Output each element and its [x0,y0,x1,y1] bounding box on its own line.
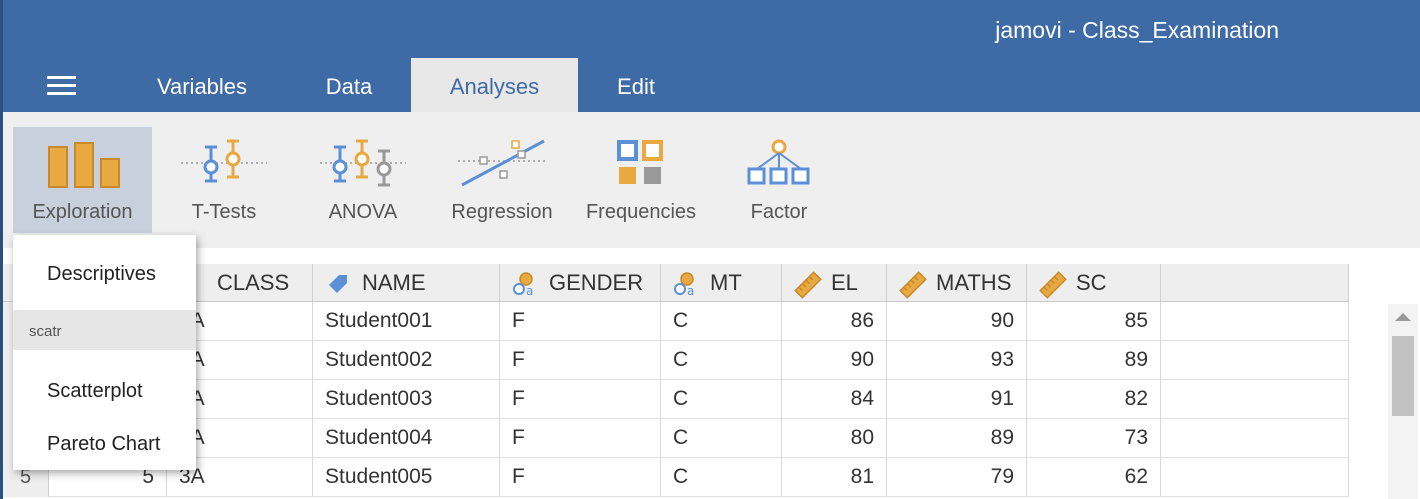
scrollbar-thumb[interactable] [1392,336,1414,416]
menu-item-pareto-chart[interactable]: Pareto Chart [13,424,196,464]
cell-name[interactable]: Student001 [313,302,500,341]
column-header-el[interactable]: EL [782,264,887,302]
column-header-maths[interactable]: MATHS [887,264,1027,302]
title-bar: jamovi - Class_Examination Variables Dat… [0,0,1420,112]
exploration-label: Exploration [32,201,133,223]
column-name: SC [1076,270,1107,295]
column-name: EL [831,270,858,295]
vertical-scrollbar[interactable] [1388,304,1418,499]
column-name: CLASS [217,270,290,295]
cell-mt[interactable]: C [661,458,782,497]
cell-name[interactable]: Student005 [313,458,500,497]
cell-gender[interactable]: F [500,419,661,458]
cell-el[interactable]: 90 [782,341,887,380]
menu-item-scatterplot[interactable]: Scatterplot [13,371,196,411]
continuous-icon [794,271,822,299]
cell-sc[interactable]: 73 [1027,419,1161,458]
cell-gender[interactable]: F [500,302,661,341]
anova-label: ANOVA [328,201,398,223]
cell-sc[interactable]: 62 [1027,458,1161,497]
anova-icon [320,139,406,187]
menu-item-descriptives[interactable]: Descriptives [13,254,196,294]
column-header-name[interactable]: NAME [313,264,500,302]
cell-gender[interactable]: F [500,458,661,497]
regression-button[interactable]: Regression [443,127,561,233]
cell-empty[interactable] [1161,380,1349,419]
cell-el[interactable]: 80 [782,419,887,458]
cell-name[interactable]: Student002 [313,341,500,380]
continuous-icon [899,271,927,299]
ttests-button[interactable]: T-Tests [163,127,285,233]
cell-maths[interactable]: 91 [887,380,1027,419]
cell-empty[interactable] [1161,341,1349,380]
regression-icon [458,139,546,187]
tab-variables[interactable]: Variables [133,58,271,112]
svg-text:a: a [526,284,533,297]
cell-empty[interactable] [1161,419,1349,458]
column-name: MATHS [936,270,1012,295]
cell-mt[interactable]: C [661,302,782,341]
factor-label: Factor [750,201,808,223]
nominal-icon: a [513,272,533,297]
cell-name[interactable]: Student004 [313,419,500,458]
cell-sc[interactable]: 85 [1027,302,1161,341]
tab-analyses[interactable]: Analyses [411,58,578,112]
cell-empty[interactable] [1161,302,1349,341]
id-icon [329,275,347,293]
factor-icon [747,139,810,185]
svg-text:a: a [687,284,694,297]
data-grid: a CLASS NAME a GENDER a MT [0,248,1420,499]
nominal-icon: a [674,272,694,297]
cell-el[interactable]: 81 [782,458,887,497]
cell-maths[interactable]: 90 [887,302,1027,341]
frequencies-icon [617,140,663,184]
column-header-mt[interactable]: a MT [661,264,782,302]
cell-mt[interactable]: C [661,380,782,419]
column-name: GENDER [549,270,644,295]
ttest-icon [181,139,267,183]
cell-mt[interactable]: C [661,341,782,380]
cell-gender[interactable]: F [500,341,661,380]
regression-label: Regression [451,201,553,223]
exploration-button[interactable]: Exploration [13,127,152,233]
exploration-dropdown-menu: Descriptives scatr Scatterplot Pareto Ch… [13,235,196,470]
frequencies-button[interactable]: Frequencies [579,127,703,233]
cell-name[interactable]: Student003 [313,380,500,419]
frequencies-label: Frequencies [585,201,697,223]
factor-button[interactable]: Factor [723,127,835,233]
column-header-sc[interactable]: SC [1027,264,1161,302]
menu-group-scatr: scatr [13,310,196,350]
cell-sc[interactable]: 82 [1027,380,1161,419]
scroll-up-arrow-icon[interactable] [1395,313,1411,321]
continuous-icon [1039,271,1067,299]
cell-el[interactable]: 86 [782,302,887,341]
cell-empty[interactable] [1161,458,1349,497]
menu-icon[interactable] [47,76,76,96]
column-header-gender[interactable]: a GENDER [500,264,661,302]
column-name: MT [710,270,742,295]
anova-button[interactable]: ANOVA [303,127,423,233]
cell-maths[interactable]: 93 [887,341,1027,380]
cell-gender[interactable]: F [500,380,661,419]
column-name: NAME [362,270,426,295]
ttests-label: T-Tests [191,201,257,223]
bar-chart-icon [47,142,120,188]
cell-mt[interactable]: C [661,419,782,458]
column-header-empty[interactable] [1161,264,1349,302]
tab-edit[interactable]: Edit [593,58,679,112]
cell-maths[interactable]: 79 [887,458,1027,497]
analyses-ribbon: Exploration T-Tests ANOVA Regression Fre… [0,112,1420,248]
cell-sc[interactable]: 89 [1027,341,1161,380]
cell-maths[interactable]: 89 [887,419,1027,458]
cell-el[interactable]: 84 [782,380,887,419]
window-title: jamovi - Class_Examination [995,17,1279,43]
tab-data[interactable]: Data [299,58,399,112]
